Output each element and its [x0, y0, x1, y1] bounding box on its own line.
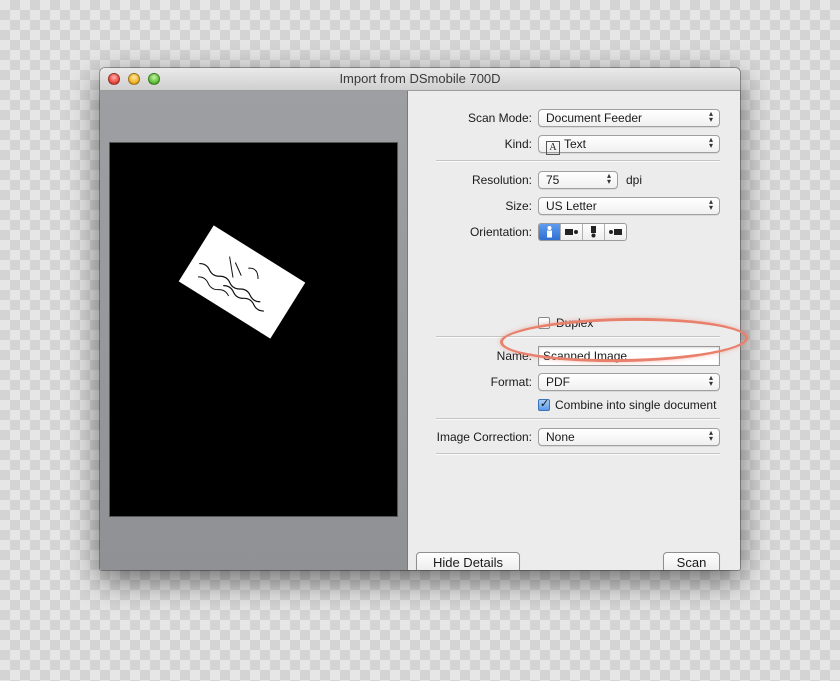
- format-popup[interactable]: PDF ▴ ▾: [538, 373, 720, 391]
- kind-popup[interactable]: A Text ▴ ▾: [538, 135, 720, 155]
- scanned-card-preview: [178, 225, 306, 339]
- resolution-popup[interactable]: 75 ▴ ▾: [538, 171, 618, 189]
- dpi-unit-label: dpi: [626, 173, 643, 187]
- updown-arrows-icon: ▴ ▾: [708, 428, 713, 443]
- image-correction-label: Image Correction:: [436, 430, 532, 444]
- kind-value: Text: [564, 137, 587, 151]
- upside-down-icon[interactable]: [583, 224, 605, 240]
- scan-preview[interactable]: [110, 143, 397, 516]
- size-value: US Letter: [546, 199, 597, 213]
- format-value: PDF: [546, 375, 570, 389]
- title-bar[interactable]: Import from DSmobile 700D: [100, 68, 740, 91]
- scan-mode-label: Scan Mode:: [467, 111, 532, 125]
- size-label: Size:: [505, 199, 532, 213]
- updown-arrows-icon: ▴ ▾: [708, 373, 713, 388]
- rotate-right-icon[interactable]: [561, 224, 583, 240]
- kind-label: Kind:: [504, 137, 532, 151]
- updown-arrows-icon: ▴ ▾: [606, 171, 611, 186]
- scan-mode-value: Document Feeder: [546, 111, 643, 125]
- separator: [436, 160, 720, 162]
- image-correction-value: None: [546, 430, 575, 444]
- portrait-upright-icon[interactable]: [539, 224, 561, 240]
- size-popup[interactable]: US Letter ▴ ▾: [538, 197, 720, 215]
- scan-mode-popup[interactable]: Document Feeder ▴ ▾: [538, 109, 720, 127]
- separator: [436, 418, 720, 420]
- separator: [436, 453, 720, 455]
- resolution-label: Resolution:: [471, 173, 532, 187]
- scan-button[interactable]: Scan: [663, 552, 720, 570]
- text-kind-icon: A: [546, 141, 560, 155]
- orientation-label: Orientation:: [469, 225, 532, 239]
- format-label: Format:: [490, 375, 532, 389]
- resolution-value: 75: [546, 173, 560, 187]
- updown-arrows-icon: ▴ ▾: [708, 197, 713, 212]
- combine-checkbox[interactable]: ✓: [538, 398, 550, 411]
- hide-details-button[interactable]: Hide Details: [416, 552, 520, 570]
- window-title: Import from DSmobile 700D: [339, 71, 501, 86]
- card-scribble-icon: [197, 256, 264, 312]
- image-correction-popup[interactable]: None ▴ ▾: [538, 428, 720, 446]
- updown-arrows-icon: ▴ ▾: [708, 109, 713, 124]
- combine-label: Combine into single document: [555, 398, 717, 412]
- orientation-segmented-control: [538, 223, 627, 241]
- checkmark-icon: ✓: [540, 398, 550, 410]
- rotate-left-icon[interactable]: [605, 224, 626, 240]
- updown-arrows-icon: ▴ ▾: [708, 135, 713, 150]
- preview-pane: [100, 91, 408, 570]
